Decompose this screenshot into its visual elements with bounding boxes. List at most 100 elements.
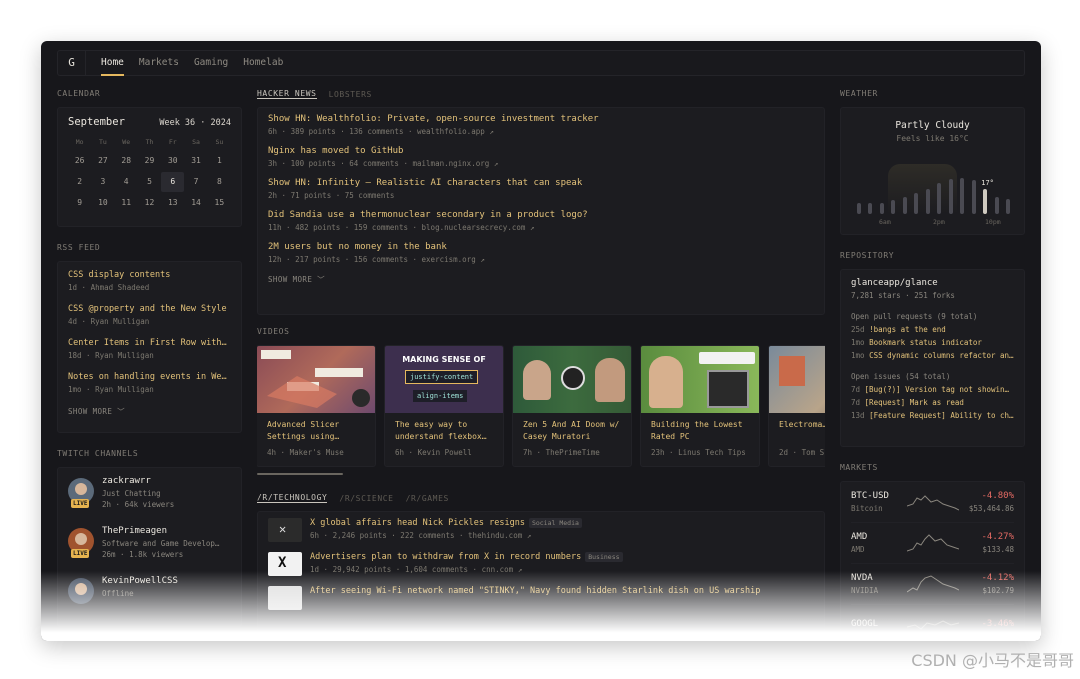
app-logo[interactable]: G bbox=[58, 51, 86, 75]
channel-name[interactable]: ThePrimeagen bbox=[102, 526, 237, 536]
video-title[interactable]: Building the Lowest Rated PC bbox=[641, 413, 759, 443]
pr-title[interactable]: CSS dynamic columns refactor an… bbox=[869, 351, 1014, 360]
channel-name[interactable]: KevinPowellCSS bbox=[102, 576, 237, 586]
current-temperature: 17° bbox=[981, 179, 994, 187]
news-title-link[interactable]: Did Sandia use a thermonuclear secondary… bbox=[268, 210, 814, 220]
twitch-channel[interactable]: LIVE ThePrimeagen Software and Game Deve… bbox=[68, 526, 231, 566]
video-title[interactable]: Zen 5 And AI Doom w/ Casey Muratori bbox=[513, 413, 631, 443]
news-meta[interactable]: 11h · 482 points · 159 comments · blog.n… bbox=[268, 223, 814, 232]
post-title-link[interactable]: X global affairs head Nick Pickles resig… bbox=[310, 518, 582, 528]
video-title[interactable]: Advanced Slicer Settings using… bbox=[257, 413, 375, 443]
sparkline-chart bbox=[907, 575, 959, 593]
rss-item-title[interactable]: CSS display contents bbox=[68, 270, 231, 280]
pr-title[interactable]: !bangs at the end bbox=[869, 325, 946, 334]
market-symbol[interactable]: NVDA bbox=[851, 573, 907, 583]
market-row[interactable]: AMD AMD -4.27% $133.48 bbox=[851, 523, 1014, 564]
pull-request-item[interactable]: 25d !bangs at the end bbox=[851, 325, 1014, 334]
rss-item-title[interactable]: CSS @property and the New Style bbox=[68, 304, 231, 314]
market-row[interactable]: NVDA NVIDIA -4.12% $102.79 bbox=[851, 564, 1014, 605]
calendar-today: 6 bbox=[161, 172, 185, 192]
tab-home[interactable]: Home bbox=[101, 51, 124, 76]
video-title[interactable]: Electroma… Aircraft bbox=[769, 413, 825, 443]
post-thumbnail[interactable] bbox=[268, 586, 302, 610]
tab-r-science[interactable]: /R/SCIENCE bbox=[339, 494, 393, 503]
news-meta[interactable]: 2h · 71 points · 75 comments bbox=[268, 191, 814, 200]
pull-request-item[interactable]: 1mo CSS dynamic columns refactor an… bbox=[851, 351, 1014, 360]
news-show-more-button[interactable]: SHOW MORE ﹀ bbox=[268, 274, 814, 285]
calendar-day: 14 bbox=[191, 198, 201, 207]
market-row[interactable]: GOOGL -3.46% bbox=[851, 605, 1014, 641]
post-thumbnail[interactable]: ✕ bbox=[268, 518, 302, 542]
news-title-link[interactable]: Nginx has moved to GitHub bbox=[268, 146, 814, 156]
video-meta: 2d · Tom S bbox=[779, 448, 825, 457]
video-card[interactable]: Zen 5 And AI Doom w/ Casey Muratori 7h ·… bbox=[512, 345, 632, 467]
post-meta[interactable]: 1d · 29,942 points · 1,604 comments · cn… bbox=[310, 565, 623, 574]
calendar-day: 29 bbox=[144, 156, 155, 165]
channel-name[interactable]: zackrawrr bbox=[102, 476, 237, 486]
news-title-link[interactable]: Show HN: Wealthfolio: Private, open-sour… bbox=[268, 114, 814, 124]
video-title[interactable]: The easy way to understand flexbox… bbox=[385, 413, 503, 443]
twitch-channel[interactable]: KevinPowellCSS Offline bbox=[68, 576, 231, 616]
market-row[interactable]: BTC-USD Bitcoin -4.80% $53,464.86 bbox=[851, 482, 1014, 523]
post-meta[interactable]: 6h · 2,246 points · 222 comments · thehi… bbox=[310, 531, 582, 540]
hourly-bar bbox=[879, 203, 884, 214]
tab-r-games[interactable]: /R/GAMES bbox=[406, 494, 449, 503]
market-symbol[interactable]: BTC-USD bbox=[851, 491, 907, 501]
video-thumbnail[interactable] bbox=[513, 346, 631, 413]
news-meta[interactable]: 12h · 217 points · 156 comments · exerci… bbox=[268, 255, 814, 264]
sparkline-chart bbox=[907, 495, 959, 511]
news-item: Did Sandia use a thermonuclear secondary… bbox=[268, 210, 814, 232]
news-title-link[interactable]: Show HN: Infinity – Realistic AI charact… bbox=[268, 178, 814, 188]
news-meta[interactable]: 6h · 389 points · 136 comments · wealthf… bbox=[268, 127, 814, 136]
tab-lobsters[interactable]: LOBSTERS bbox=[329, 90, 372, 99]
issue-title[interactable]: [Feature Request] Ability to ch… bbox=[869, 411, 1014, 420]
market-symbol[interactable]: GOOGL bbox=[851, 619, 907, 629]
rss-item[interactable]: CSS @property and the New Style 4d · Rya… bbox=[68, 304, 231, 326]
tab-gaming[interactable]: Gaming bbox=[194, 51, 228, 75]
news-meta[interactable]: 3h · 100 points · 64 comments · mailman.… bbox=[268, 159, 814, 168]
video-card[interactable]: Advanced Slicer Settings using… 4h · Mak… bbox=[257, 345, 376, 467]
video-card[interactable]: MAKING SENSE OF justify-content align-it… bbox=[384, 345, 504, 467]
issue-title[interactable]: [Bug(?)] Version tag not showin… bbox=[865, 385, 1010, 394]
thumb-tag: justify-content bbox=[405, 370, 479, 384]
reddit-widget: ✕ X global affairs head Nick Pickles res… bbox=[257, 511, 825, 641]
post-title[interactable]: Advertisers plan to withdraw from X in r… bbox=[310, 552, 581, 562]
rss-show-more-button[interactable]: SHOW MORE ﹀ bbox=[68, 406, 231, 417]
rss-item-title[interactable]: Notes on handling events in We… bbox=[68, 372, 231, 382]
pull-request-item[interactable]: 1mo Bookmark status indicator bbox=[851, 338, 1014, 347]
video-card[interactable]: Electroma… Aircraft 2d · Tom S bbox=[768, 345, 825, 467]
twitch-channel[interactable]: LIVE zackrawrr Just Chatting 2h · 64k vi… bbox=[68, 476, 231, 516]
post-title[interactable]: X global affairs head Nick Pickles resig… bbox=[310, 518, 525, 528]
issue-item[interactable]: 13d [Feature Request] Ability to ch… bbox=[851, 411, 1014, 420]
thumb-heading: MAKING SENSE OF bbox=[402, 355, 486, 364]
rss-item-meta: 4d · Ryan Mulligan bbox=[68, 317, 150, 326]
rss-item[interactable]: CSS display contents 1d · Ahmad Shadeed bbox=[68, 270, 231, 292]
issue-item[interactable]: 7d [Bug(?)] Version tag not showin… bbox=[851, 385, 1014, 394]
tab-homelab[interactable]: Homelab bbox=[243, 51, 283, 75]
rss-item[interactable]: Notes on handling events in We… 1mo · Ry… bbox=[68, 372, 231, 394]
tab-markets[interactable]: Markets bbox=[139, 51, 179, 75]
rss-item[interactable]: Center Items in First Row with… 18d · Ry… bbox=[68, 338, 231, 360]
videos-scrollbar[interactable] bbox=[257, 473, 343, 475]
post-title-link[interactable]: Advertisers plan to withdraw from X in r… bbox=[310, 552, 623, 562]
video-thumbnail[interactable] bbox=[257, 346, 375, 413]
post-title-link[interactable]: After seeing Wi-Fi network named "STINKY… bbox=[310, 586, 760, 596]
hourly-bar bbox=[902, 196, 907, 214]
tab-hacker-news[interactable]: HACKER NEWS bbox=[257, 89, 317, 99]
main-column: HACKER NEWS LOBSTERS Show HN: Wealthfoli… bbox=[257, 85, 825, 641]
video-thumbnail[interactable] bbox=[641, 346, 759, 413]
news-title-link[interactable]: 2M users but no money in the bank bbox=[268, 242, 814, 252]
issue-title[interactable]: [Request] Mark as read bbox=[865, 398, 964, 407]
video-card[interactable]: Building the Lowest Rated PC 23h · Linus… bbox=[640, 345, 760, 467]
market-symbol[interactable]: AMD bbox=[851, 532, 907, 542]
rss-item-title[interactable]: Center Items in First Row with… bbox=[68, 338, 231, 348]
issue-item[interactable]: 7d [Request] Mark as read bbox=[851, 398, 1014, 407]
pr-title[interactable]: Bookmark status indicator bbox=[869, 338, 982, 347]
hourly-bar bbox=[868, 203, 873, 214]
hourly-bar bbox=[1006, 199, 1011, 214]
video-thumbnail[interactable] bbox=[769, 346, 825, 413]
tab-r-technology[interactable]: /R/TECHNOLOGY bbox=[257, 493, 328, 503]
post-thumbnail[interactable]: X bbox=[268, 552, 302, 576]
video-thumbnail[interactable]: MAKING SENSE OF justify-content align-it… bbox=[385, 346, 503, 413]
repo-name-link[interactable]: glanceapp/glance bbox=[851, 278, 1014, 288]
